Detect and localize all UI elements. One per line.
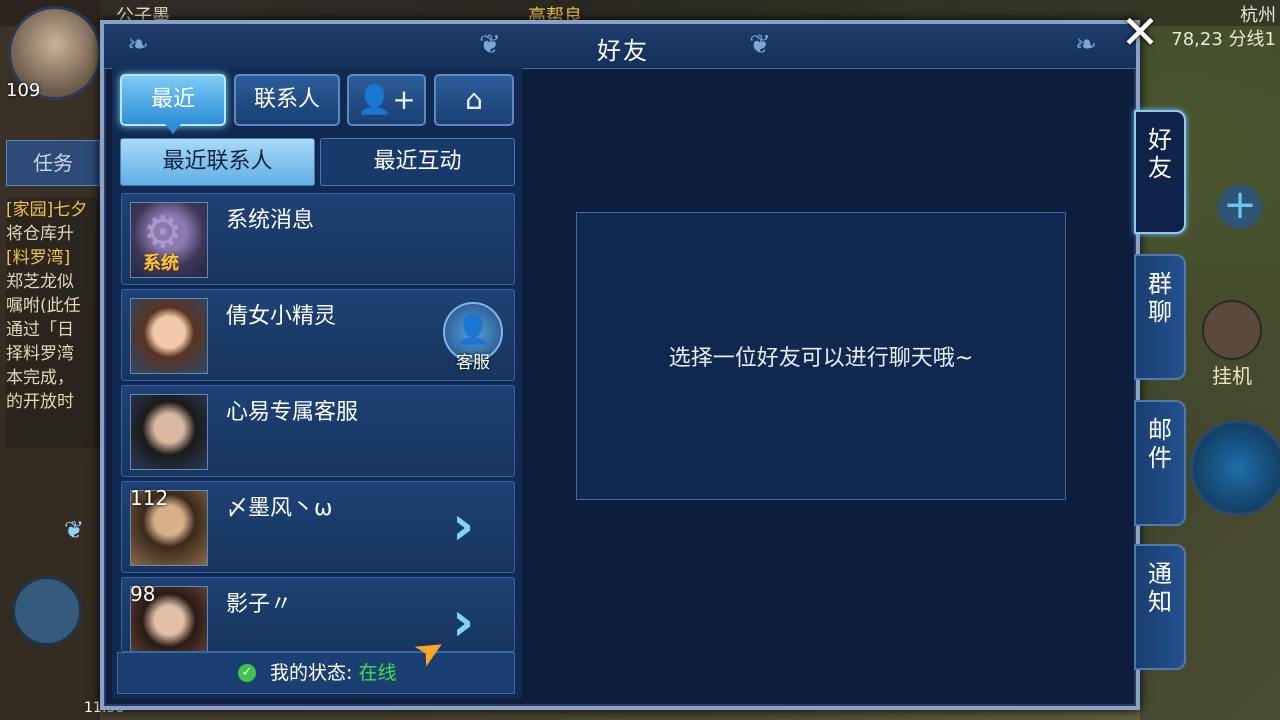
side-tab-group-chat[interactable]: 群 聊 (1134, 254, 1186, 380)
chat-line: 嘱咐(此任 (6, 296, 81, 316)
active-tab-pointer (165, 124, 181, 134)
system-avatar: ⚙ 系统 (130, 202, 208, 278)
left-ornament-icon: ❦ (479, 30, 501, 60)
status-value: 在线 (358, 662, 397, 684)
mount-button[interactable] (12, 576, 82, 646)
contact-name: 影子〃 (226, 592, 293, 617)
right-ornament-icon: ❦ (749, 30, 771, 60)
chat-line: [料罗湾] (6, 248, 71, 268)
tab-contacts-label: 联系人 (253, 87, 320, 112)
side-tab-label: 好 (1148, 126, 1172, 154)
chat-placeholder: 选择一位好友可以进行聊天哦~ (668, 346, 974, 371)
tab-recent[interactable]: 最近 (120, 74, 226, 134)
side-tab-label: 件 (1148, 444, 1172, 472)
close-icon[interactable]: ✕ (1118, 9, 1162, 56)
side-tab-label: 知 (1148, 588, 1172, 616)
chevron-right-icon[interactable]: › (452, 595, 492, 651)
auto-battle-label: 挂机 (1212, 364, 1252, 388)
customer-service-label: 客服 (456, 353, 490, 373)
side-tab-label: 邮 (1148, 416, 1172, 444)
right-corner-ornament-icon: ❧ (1075, 30, 1097, 60)
list-item[interactable]: 心易专属客服 (121, 385, 515, 477)
avatar (130, 394, 208, 470)
chevron-right-icon[interactable]: › (452, 499, 492, 556)
player-level: 109 (6, 80, 41, 101)
status-label: 我的状态: (270, 662, 353, 684)
location-info: 杭州 78,23 分线1 (1150, 4, 1276, 52)
list-item[interactable]: 倩女小精灵 👤 客服 (121, 289, 515, 381)
subtab-recent-interactions[interactable]: 最近互动 (320, 138, 515, 186)
side-tab-label: 聊 (1148, 298, 1172, 326)
side-tab-friends[interactable]: 好 友 (1134, 110, 1186, 234)
left-corner-ornament-icon: ❧ (127, 30, 149, 60)
chat-line: 的开放时 (6, 392, 74, 412)
check-icon: ✓ (238, 664, 256, 682)
tab-recent-label: 最近 (150, 87, 195, 112)
side-tab-label: 友 (1148, 154, 1172, 182)
avatar (130, 298, 208, 374)
contact-name: 系统消息 (226, 208, 315, 233)
dialog-title: 好友 (597, 37, 649, 65)
home-icon: ⌂ (465, 83, 483, 116)
status-text: 我的状态: 在线 (270, 653, 396, 693)
list-item[interactable]: ⚙ 系统 系统消息 (121, 193, 515, 285)
skill-button[interactable] (1190, 420, 1280, 516)
contact-level: 98 (130, 582, 156, 606)
add-friend-button[interactable]: 👤+ (347, 74, 426, 126)
crossed-swords-icon (1202, 300, 1262, 360)
contact-name: 倩女小精灵 (226, 304, 337, 329)
chat-line: [家园]七夕 (6, 200, 88, 220)
subtab-recent-contacts[interactable]: 最近联系人 (120, 138, 315, 186)
expand-plus-icon[interactable]: + (1218, 185, 1262, 229)
contact-name: 〆墨风丶ω (226, 496, 333, 521)
city-name: 杭州 (1240, 5, 1276, 26)
chat-line: 通过「日 (6, 320, 74, 340)
system-avatar-label: 系统 (143, 253, 179, 274)
list-item[interactable]: 98 影子〃 › (121, 577, 515, 652)
contact-level: 112 (130, 486, 169, 510)
chat-line: 本完成， (6, 368, 74, 388)
chat-line: 择料罗湾 (6, 344, 74, 364)
side-tab-label: 群 (1148, 270, 1172, 298)
butterfly-icon: ❦ (64, 516, 85, 544)
side-tab-mail[interactable]: 邮 件 (1134, 400, 1186, 526)
auto-battle-button[interactable]: 挂机 (1198, 300, 1266, 390)
task-tab[interactable]: 任务 (6, 140, 100, 186)
contact-name: 心易专属客服 (226, 400, 359, 425)
side-tab-notice[interactable]: 通 知 (1134, 544, 1186, 670)
add-friend-icon: 👤+ (357, 83, 416, 116)
chat-line: 郑芝龙似 (6, 272, 74, 292)
coords: 78,23 分线1 (1171, 29, 1276, 50)
tab-contacts[interactable]: 联系人 (234, 74, 340, 126)
list-item[interactable]: 112 〆墨风丶ω › (121, 481, 515, 573)
world-chat: [家园]七夕 将仓库升 [料罗湾] 郑芝龙似 嘱咐(此任 通过「日 择料罗湾 本… (6, 198, 100, 448)
customer-service-badge[interactable]: 👤 客服 (442, 302, 504, 376)
side-tab-label: 通 (1148, 560, 1172, 588)
chat-line: 将仓库升 (6, 224, 74, 244)
home-button[interactable]: ⌂ (434, 74, 514, 126)
